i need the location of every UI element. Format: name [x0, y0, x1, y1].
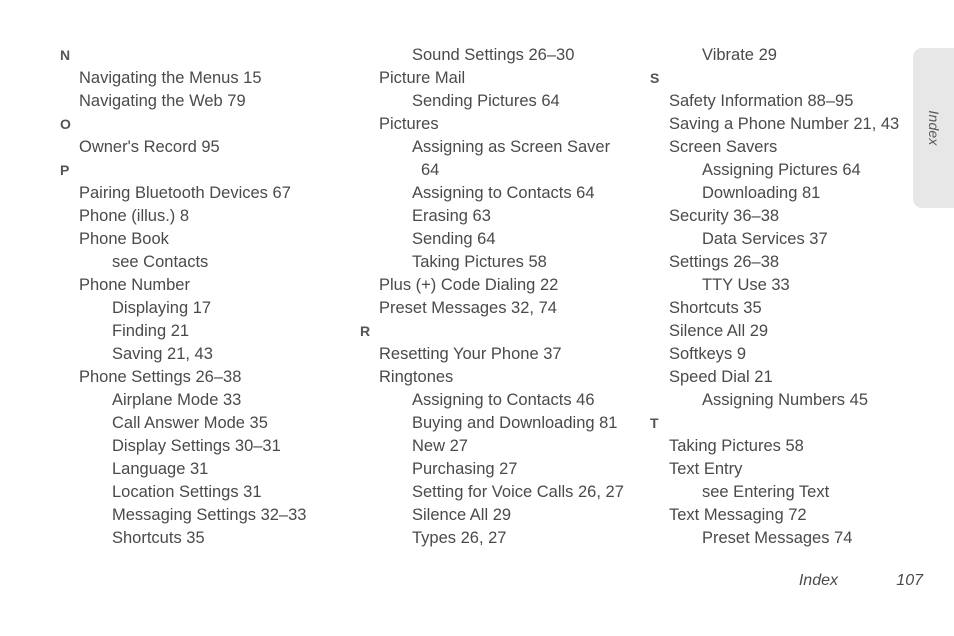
- index-entry[interactable]: Preset Messages 32, 74: [358, 297, 648, 320]
- index-entry[interactable]: Assigning Pictures 64: [648, 159, 928, 182]
- index-entry[interactable]: New 27: [358, 435, 648, 458]
- index-column-2: Sound Settings 26–30 Picture Mail Sending …: [358, 44, 648, 550]
- index-column-3: Vibrate 29 S Safety Information 88–95 Savin…: [648, 44, 928, 550]
- index-entry[interactable]: Resetting Your Phone 37: [358, 343, 648, 366]
- index-entry[interactable]: Softkeys 9: [648, 343, 928, 366]
- index-entry[interactable]: Sending Pictures 64: [358, 90, 648, 113]
- index-entry[interactable]: Speed Dial 21: [648, 366, 928, 389]
- index-entry[interactable]: Finding 21: [58, 320, 358, 343]
- index-entry[interactable]: Display Settings 30–31: [58, 435, 358, 458]
- index-entry[interactable]: Security 36–38: [648, 205, 928, 228]
- index-entry[interactable]: Phone Settings 26–38: [58, 366, 358, 389]
- index-entry[interactable]: 64: [358, 159, 648, 182]
- index-entry[interactable]: Call Answer Mode 35: [58, 412, 358, 435]
- index-entry[interactable]: Silence All 29: [358, 504, 648, 527]
- index-body: N Navigating the Menus 15 Navigating the W…: [0, 44, 954, 550]
- index-entry[interactable]: Text Messaging 72: [648, 504, 928, 527]
- index-entry[interactable]: Shortcuts 35: [58, 527, 358, 550]
- index-entry[interactable]: Setting for Voice Calls 26, 27: [358, 481, 648, 504]
- index-entry[interactable]: Phone Number: [58, 274, 358, 297]
- index-entry[interactable]: Owner's Record 95: [58, 136, 358, 159]
- index-entry[interactable]: Purchasing 27: [358, 458, 648, 481]
- index-entry[interactable]: Pictures: [358, 113, 648, 136]
- index-entry[interactable]: Saving a Phone Number 21, 43: [648, 113, 928, 136]
- index-entry[interactable]: Assigning Numbers 45: [648, 389, 928, 412]
- section-letter-o: O: [60, 116, 71, 132]
- index-entry[interactable]: Messaging Settings 32–33: [58, 504, 358, 527]
- index-entry[interactable]: Assigning as Screen Saver: [358, 136, 648, 159]
- index-entry[interactable]: Airplane Mode 33: [58, 389, 358, 412]
- index-entry[interactable]: Erasing 63: [358, 205, 648, 228]
- index-entry[interactable]: Plus (+) Code Dialing 22: [358, 274, 648, 297]
- index-entry[interactable]: Preset Messages 74: [648, 527, 928, 550]
- index-entry[interactable]: TTY Use 33: [648, 274, 928, 297]
- index-entry[interactable]: Shortcuts 35: [648, 297, 928, 320]
- index-entry[interactable]: Navigating the Menus 15: [58, 67, 358, 90]
- side-index-tab[interactable]: Index: [913, 48, 954, 208]
- index-entry[interactable]: Phone Book: [58, 228, 358, 251]
- index-entry[interactable]: see Contacts: [58, 251, 358, 274]
- index-entry[interactable]: Taking Pictures 58: [358, 251, 648, 274]
- side-index-tab-label: Index: [926, 110, 942, 146]
- page-footer: Index 107: [0, 572, 954, 594]
- index-entry[interactable]: Language 31: [58, 458, 358, 481]
- index-entry[interactable]: Text Entry: [648, 458, 928, 481]
- index-entry[interactable]: Settings 26–38: [648, 251, 928, 274]
- index-entry[interactable]: Sending 64: [358, 228, 648, 251]
- index-entry[interactable]: Taking Pictures 58: [648, 435, 928, 458]
- index-entry[interactable]: Data Services 37: [648, 228, 928, 251]
- index-entry[interactable]: Buying and Downloading 81: [358, 412, 648, 435]
- section-letter-p: P: [60, 162, 70, 178]
- index-entry[interactable]: Saving 21, 43: [58, 343, 358, 366]
- index-entry[interactable]: Safety Information 88–95: [648, 90, 928, 113]
- index-entry[interactable]: Phone (illus.) 8: [58, 205, 358, 228]
- index-entry[interactable]: Types 26, 27: [358, 527, 648, 550]
- index-entry[interactable]: Silence All 29: [648, 320, 928, 343]
- index-entry[interactable]: Assigning to Contacts 46: [358, 389, 648, 412]
- index-entry[interactable]: Ringtones: [358, 366, 648, 389]
- section-letter-t: T: [650, 415, 659, 431]
- index-entry[interactable]: Location Settings 31: [58, 481, 358, 504]
- section-letter-n: N: [60, 47, 71, 63]
- index-entry[interactable]: see Entering Text: [648, 481, 928, 504]
- index-entry[interactable]: Picture Mail: [358, 67, 648, 90]
- footer-section-label: Index: [798, 572, 838, 589]
- index-entry[interactable]: Navigating the Web 79: [58, 90, 358, 113]
- index-entry[interactable]: Pairing Bluetooth Devices 67: [58, 182, 358, 205]
- index-entry[interactable]: Screen Savers: [648, 136, 928, 159]
- index-entry[interactable]: Sound Settings 26–30: [358, 44, 648, 67]
- index-entry[interactable]: Assigning to Contacts 64: [358, 182, 648, 205]
- index-entry[interactable]: Displaying 17: [58, 297, 358, 320]
- index-entry[interactable]: Vibrate 29: [648, 44, 928, 67]
- section-letter-s: S: [650, 70, 660, 86]
- section-letter-r: R: [360, 323, 371, 339]
- index-entry[interactable]: Downloading 81: [648, 182, 928, 205]
- footer-page-number: 107: [896, 572, 923, 589]
- index-column-1: N Navigating the Menus 15 Navigating the W…: [58, 44, 358, 550]
